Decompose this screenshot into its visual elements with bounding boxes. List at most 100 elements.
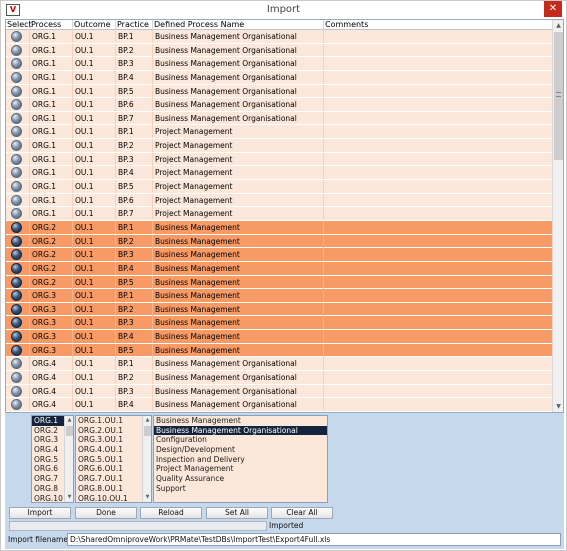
select-cell[interactable] (6, 111, 30, 125)
done-button[interactable]: Done (75, 507, 137, 519)
scroll-up-icon[interactable]: ▲ (143, 416, 151, 425)
select-cell[interactable] (6, 220, 30, 234)
select-cell[interactable] (6, 180, 30, 194)
process-list[interactable]: ORG.1 ORG.2 ORG.3 ORG.4 ORG.5 ORG.6 ORG.7 ORG.8… (31, 415, 74, 503)
outcome-list-item[interactable]: ORG.1.OU.1 (76, 416, 151, 426)
select-radio-icon[interactable] (11, 399, 22, 411)
defined-process-list-item[interactable]: Quality Assurance (154, 474, 327, 484)
table-row[interactable]: ORG.4 OU.1 BP.4 Business Management Organis… (6, 398, 552, 412)
table-row[interactable]: ORG.1 OU.1 BP.7 Business Management Organis… (6, 111, 552, 126)
table-row[interactable]: ORG.1 OU.1 BP.6 Business Management Organis… (6, 98, 552, 112)
outcome-list-item[interactable]: ORG.3.OU.1 (76, 435, 151, 445)
table-row[interactable]: ORG.1 OU.1 BP.2 Project Management (6, 139, 552, 153)
table-row[interactable]: ORG.3 OU.1 BP.4 Business Management (6, 330, 552, 344)
select-cell[interactable] (6, 384, 30, 398)
select-cell[interactable] (6, 261, 30, 275)
import-button[interactable]: Import (9, 507, 71, 519)
defined-process-list-item[interactable]: Configuration (154, 435, 327, 445)
select-radio-icon[interactable] (11, 221, 22, 233)
select-cell[interactable] (6, 398, 30, 412)
set-all-button[interactable]: Set All (206, 507, 268, 519)
select-radio-icon[interactable] (11, 317, 22, 329)
column-header-comments[interactable]: Comments (324, 20, 552, 30)
outcome-list-item[interactable]: ORG.8.OU.1 (76, 484, 151, 494)
select-radio-icon[interactable] (11, 249, 22, 261)
select-cell[interactable] (6, 302, 30, 316)
select-cell[interactable] (6, 98, 30, 112)
select-cell[interactable] (6, 43, 30, 57)
select-radio-icon[interactable] (11, 126, 22, 138)
defined-process-list-item[interactable]: Project Management (154, 464, 327, 474)
select-radio-icon[interactable] (11, 58, 22, 70)
table-row[interactable]: ORG.1 OU.1 BP.7 Project Management (6, 207, 552, 221)
defined-process-list-item[interactable]: Design/Development (154, 445, 327, 455)
outcome-list-item[interactable]: ORG.6.OU.1 (76, 464, 151, 474)
table-row[interactable]: ORG.1 OU.1 BP.4 Business Management Organis… (6, 70, 552, 85)
select-radio-icon[interactable] (11, 372, 22, 384)
select-cell[interactable] (6, 330, 30, 344)
table-row[interactable]: ORG.3 OU.1 BP.5 Business Management (6, 343, 552, 358)
select-radio-icon[interactable] (11, 208, 22, 220)
select-cell[interactable] (6, 275, 30, 289)
outcome-list-item[interactable]: ORG.10.OU.1 (76, 494, 151, 503)
table-row[interactable]: ORG.4 OU.1 BP.3 Business Management Organis… (6, 384, 552, 399)
select-radio-icon[interactable] (11, 331, 22, 343)
outcome-list[interactable]: ORG.1.OU.1 ORG.2.OU.1 ORG.3.OU.1 ORG.4.OU.1… (75, 415, 152, 503)
select-cell[interactable] (6, 139, 30, 153)
table-row[interactable]: ORG.2 OU.1 BP.2 Business Management (6, 234, 552, 249)
table-row[interactable]: ORG.4 OU.1 BP.2 Business Management Organis… (6, 371, 552, 385)
table-row[interactable]: ORG.1 OU.1 BP.4 Project Management (6, 166, 552, 181)
outcome-list-item[interactable]: ORG.2.OU.1 (76, 426, 151, 436)
select-cell[interactable] (6, 30, 30, 43)
table-row[interactable]: ORG.2 OU.1 BP.3 Business Management (6, 248, 552, 262)
select-cell[interactable] (6, 152, 30, 166)
defined-process-list[interactable]: Business Management Business Management O… (153, 415, 328, 503)
select-cell[interactable] (6, 248, 30, 262)
outcome-list-item[interactable]: ORG.4.OU.1 (76, 445, 151, 455)
select-cell[interactable] (6, 207, 30, 221)
table-row[interactable]: ORG.1 OU.1 BP.3 Project Management (6, 152, 552, 167)
table-vertical-scrollbar[interactable]: ▲ ▼ (552, 20, 563, 412)
scroll-up-icon[interactable]: ▲ (553, 20, 563, 31)
table-row[interactable]: ORG.1 OU.1 BP.3 Business Management Organis… (6, 57, 552, 71)
column-header-process[interactable]: Process (30, 20, 73, 30)
select-cell[interactable] (6, 84, 30, 98)
table-row[interactable]: ORG.1 OU.1 BP.1 Project Management (6, 125, 552, 140)
close-button[interactable]: ✕ (544, 1, 562, 17)
select-radio-icon[interactable] (11, 303, 22, 315)
scroll-down-icon[interactable]: ▼ (65, 493, 73, 502)
outcome-list-scrollbar[interactable]: ▲ ▼ (142, 416, 151, 502)
select-cell[interactable] (6, 125, 30, 139)
select-radio-icon[interactable] (11, 290, 22, 302)
clear-all-button[interactable]: Clear All (271, 507, 333, 519)
table-row[interactable]: ORG.2 OU.1 BP.1 Business Management (6, 220, 552, 235)
table-row[interactable]: ORG.2 OU.1 BP.4 Business Management (6, 261, 552, 276)
select-cell[interactable] (6, 343, 30, 357)
column-header-practice[interactable]: Practice (116, 20, 153, 30)
select-radio-icon[interactable] (11, 167, 22, 179)
defined-process-list-item[interactable]: Business Management Organisational (154, 425, 327, 436)
scroll-down-icon[interactable]: ▼ (143, 493, 151, 502)
scrollbar-thumb[interactable] (144, 426, 151, 436)
table-row[interactable]: ORG.3 OU.1 BP.1 Business Management (6, 289, 552, 303)
select-radio-icon[interactable] (11, 99, 22, 111)
select-cell[interactable] (6, 316, 30, 330)
select-cell[interactable] (6, 57, 30, 71)
select-radio-icon[interactable] (11, 112, 22, 124)
select-radio-icon[interactable] (11, 358, 22, 370)
select-radio-icon[interactable] (11, 235, 22, 247)
select-radio-icon[interactable] (11, 31, 22, 42)
select-cell[interactable] (6, 357, 30, 371)
table-row[interactable]: ORG.1 OU.1 BP.5 Business Management Organis… (6, 84, 552, 99)
column-header-defined-process-name[interactable]: Defined Process Name (153, 20, 324, 30)
select-cell[interactable] (6, 234, 30, 248)
column-header-outcome[interactable]: Outcome (73, 20, 116, 30)
select-radio-icon[interactable] (11, 85, 22, 97)
reload-button[interactable]: Reload (140, 507, 202, 519)
column-header-select[interactable]: Select (6, 20, 32, 30)
process-list-scrollbar[interactable]: ▲ ▼ (64, 416, 73, 502)
defined-process-list-item[interactable]: Business Management (154, 416, 327, 426)
select-cell[interactable] (6, 289, 30, 303)
select-radio-icon[interactable] (11, 276, 22, 288)
table-row[interactable]: ORG.3 OU.1 BP.2 Business Management (6, 302, 552, 317)
